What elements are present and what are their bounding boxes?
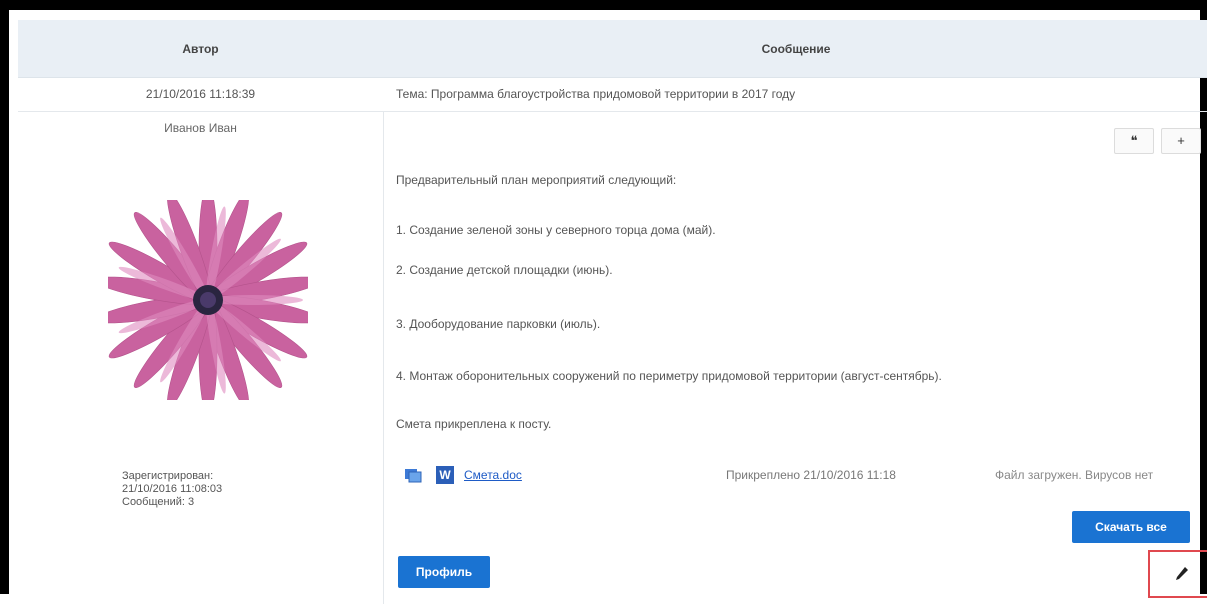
message-line: 2. Создание детской площадки (июнь). (396, 263, 613, 277)
message-line: 3. Дооборудование парковки (июль). (396, 317, 601, 331)
registered-date: 21/10/2016 11:08:03 (122, 483, 223, 495)
messages-count: Сообщений: 3 (122, 496, 195, 508)
table-header: Автор Сообщение (18, 20, 1207, 78)
download-all-button[interactable]: Скачать все (1072, 511, 1190, 543)
attachment-date: Прикреплено 21/10/2016 11:18 (726, 468, 896, 482)
message-line: Смета прикреплена к посту. (396, 417, 552, 431)
author-name[interactable]: Иванов Иван (18, 121, 383, 135)
window-frame: Автор Сообщение 21/10/2016 11:18:39 Тема… (0, 0, 1207, 604)
profile-button[interactable]: Профиль (398, 556, 490, 588)
message-line: 1. Создание зеленой зоны у северного тор… (396, 223, 716, 237)
pencil-icon (1176, 567, 1188, 580)
forum-topic-table: Автор Сообщение 21/10/2016 11:18:39 Тема… (18, 20, 1207, 604)
header-message: Сообщение (761, 42, 831, 56)
message-line: Предварительный план мероприятий следующ… (396, 173, 677, 187)
edit-button[interactable] (1148, 550, 1207, 598)
flower-avatar-icon (108, 200, 308, 400)
attachment-row: W Смета.doc Прикреплено 21/10/2016 11:18… (396, 465, 1196, 489)
header-author: Автор (182, 42, 219, 56)
preview-icon[interactable] (404, 467, 422, 483)
quote-button[interactable]: ❝ (1114, 128, 1154, 154)
attachment-status: Файл загружен. Вирусов нет (995, 468, 1154, 482)
column-divider (383, 112, 384, 604)
author-meta: Зарегистрирован: 21/10/2016 11:08:03 Соо… (122, 470, 222, 509)
attachment-link[interactable]: Смета.doc (464, 468, 522, 482)
topic-row: 21/10/2016 11:18:39 Тема: Программа благ… (18, 78, 1207, 112)
plus-button[interactable]: + (1161, 128, 1201, 154)
message-line: 4. Монтаж оборонительных сооружений по п… (396, 369, 942, 383)
registered-label: Зарегистрирован: (122, 470, 214, 482)
topic-date: 21/10/2016 11:18:39 (145, 87, 256, 101)
topic-title: Тема: Программа благоустройства придомов… (396, 87, 796, 101)
word-file-icon[interactable]: W (436, 466, 454, 484)
